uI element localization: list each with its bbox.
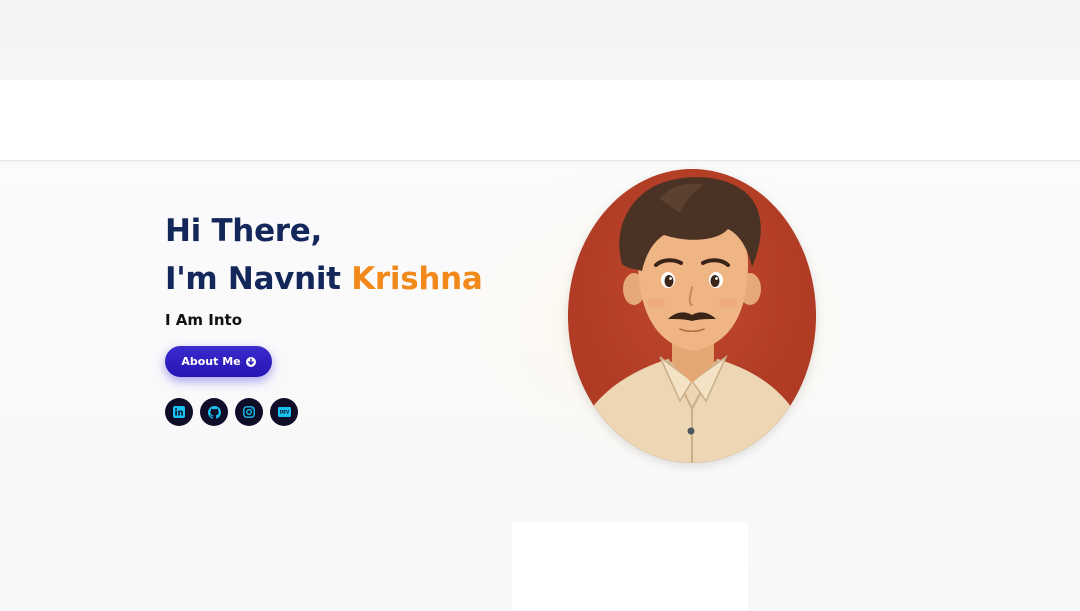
github-icon	[207, 405, 221, 419]
avatar	[568, 169, 816, 463]
about-me-button[interactable]: About Me	[165, 346, 272, 377]
instagram-icon	[243, 406, 255, 418]
greeting-line-2: I'm Navnit Krishna	[165, 255, 483, 303]
arrow-down-circle-icon	[245, 356, 256, 367]
linkedin-link[interactable]	[165, 398, 193, 426]
greeting-name-prefix: I'm Navnit	[165, 261, 352, 297]
top-navbar	[0, 80, 1080, 161]
greeting-name-accent: Krishna	[351, 261, 483, 297]
dev-link[interactable]: DEV	[270, 398, 298, 426]
greeting-line-1: Hi There,	[165, 213, 322, 249]
dev-icon: DEV	[277, 407, 291, 417]
social-links: DEV	[165, 398, 298, 426]
hero-subtitle: I Am Into	[165, 311, 242, 329]
hero-section: Hi There, I'm Navnit Krishna I Am Into A…	[0, 160, 1080, 611]
svg-text:DEV: DEV	[279, 410, 289, 415]
about-me-label: About Me	[181, 355, 241, 368]
github-link[interactable]	[200, 398, 228, 426]
bottom-card	[512, 522, 748, 611]
linkedin-icon	[173, 406, 185, 418]
instagram-link[interactable]	[235, 398, 263, 426]
page: Hi There, I'm Navnit Krishna I Am Into A…	[0, 0, 1080, 611]
hero-heading: Hi There, I'm Navnit Krishna	[165, 207, 483, 303]
